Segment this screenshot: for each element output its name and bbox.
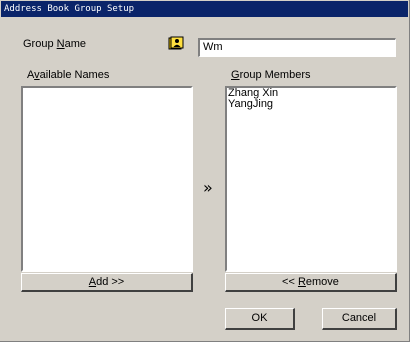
window-title: Address Book Group Setup bbox=[4, 4, 135, 14]
group-members-label: Group Members bbox=[231, 69, 311, 81]
ok-button[interactable]: OK bbox=[225, 308, 295, 330]
available-names-list[interactable] bbox=[21, 86, 193, 272]
group-members-list[interactable]: Zhang Xin YangJing bbox=[225, 86, 397, 272]
address-book-icon[interactable] bbox=[168, 36, 184, 50]
add-button[interactable]: Add >> bbox=[21, 273, 193, 292]
cancel-button[interactable]: Cancel bbox=[322, 308, 397, 330]
group-name-label: Group Name bbox=[23, 38, 86, 50]
address-book-group-setup-dialog: Address Book Group Setup Group Name Wm A… bbox=[0, 0, 410, 342]
group-name-input[interactable]: Wm bbox=[198, 38, 396, 57]
remove-button[interactable]: << Remove bbox=[225, 273, 397, 292]
list-item[interactable]: YangJing bbox=[227, 99, 395, 110]
available-names-label: Available Names bbox=[27, 69, 110, 81]
double-chevron-right-icon: » bbox=[203, 178, 213, 197]
title-bar[interactable]: Address Book Group Setup bbox=[1, 1, 408, 17]
